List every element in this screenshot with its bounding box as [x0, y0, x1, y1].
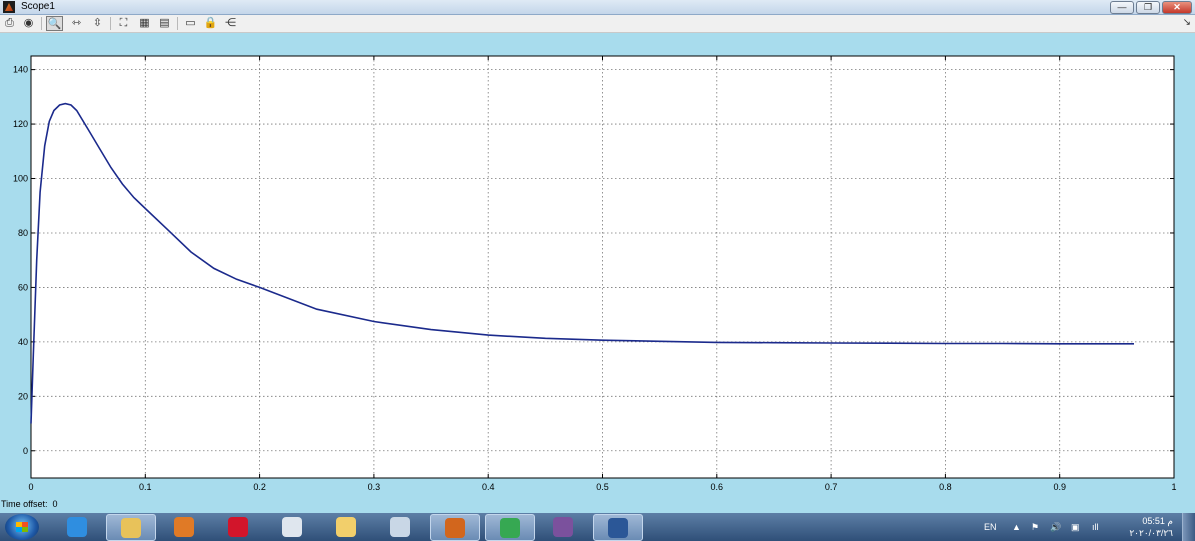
y-tick-label: 40 [18, 337, 28, 347]
chrome-taskbar-button[interactable] [485, 514, 535, 541]
word-taskbar-button[interactable] [593, 514, 643, 541]
lock-axes-button[interactable]: 🔒 [203, 16, 218, 30]
show-desktop-button[interactable] [1182, 513, 1195, 541]
x-tick-label: 0.2 [253, 482, 266, 492]
zoom-x-button[interactable]: ⇿ [69, 16, 84, 30]
floating-scope-button[interactable]: ▭ [183, 16, 198, 30]
file-explorer-taskbar-button[interactable] [106, 514, 156, 541]
internet-explorer-taskbar-button[interactable] [53, 514, 101, 539]
start-button[interactable] [5, 514, 39, 540]
window-title: Scope1 [21, 1, 55, 12]
file-explorer-icon [121, 517, 141, 538]
y-tick-label: 60 [18, 282, 28, 292]
y-tick-label: 100 [13, 174, 28, 184]
x-tick-label: 0.1 [139, 482, 152, 492]
time-offset: Time offset: 0 [1, 499, 58, 509]
viber-taskbar-button[interactable] [539, 514, 587, 539]
opera-icon [228, 516, 248, 537]
clock-time: 05:51 م [1142, 516, 1173, 526]
minimize-button[interactable]: — [1110, 1, 1134, 14]
zoom-button[interactable]: 🔍 [46, 16, 63, 31]
y-tick-label: 20 [18, 391, 28, 401]
calculator-icon [390, 516, 410, 537]
media-player-icon [174, 516, 194, 537]
x-tick-label: 1 [1171, 482, 1176, 492]
network-warning-icon[interactable]: ⚑ [1031, 513, 1039, 541]
parameters-button[interactable]: ◉ [21, 16, 36, 30]
title-bar: Scope1 — ❐ ✕ [0, 0, 1195, 15]
toolbar-overflow-icon[interactable]: ↘ [1183, 17, 1191, 28]
toolbar-separator [177, 17, 178, 30]
x-tick-label: 0.8 [939, 482, 952, 492]
save-axes-button[interactable]: ▦ [137, 16, 152, 30]
word-icon [608, 517, 628, 538]
language-indicator[interactable]: EN [984, 513, 997, 541]
x-tick-label: 0.7 [825, 482, 838, 492]
matlab-icon [445, 517, 465, 538]
paint-icon [336, 516, 356, 537]
x-tick-label: 0.3 [368, 482, 381, 492]
volume-icon[interactable]: 🔊 [1050, 513, 1061, 541]
autoscale-button[interactable]: ⛶ [116, 16, 131, 30]
x-tick-label: 0.4 [482, 482, 495, 492]
y-tick-label: 80 [18, 228, 28, 238]
remote-desktop-icon [282, 516, 302, 537]
time-offset-value: 0 [52, 499, 58, 509]
scope-toolbar: ⎙ ◉ 🔍 ⇿ ⇳ ⛶ ▦ ▤ ▭ 🔒 ⋲ ↘ [0, 15, 1195, 33]
media-player-taskbar-button[interactable] [160, 514, 208, 539]
print-button[interactable]: ⎙ [2, 16, 17, 30]
taskbar: EN ▲ ⚑ 🔊 ▣ ıll 05:51 م ٢٠٢٠/٠٣/٢٦ [0, 513, 1195, 541]
signal-strength-icon[interactable]: ıll [1092, 513, 1099, 541]
signal-selector-button[interactable]: ⋲ [223, 16, 238, 30]
paint-taskbar-button[interactable] [322, 514, 370, 539]
remote-desktop-taskbar-button[interactable] [268, 514, 316, 539]
system-clock[interactable]: 05:51 م ٢٠٢٠/٠٣/٢٦ [1103, 515, 1173, 539]
x-tick-label: 0 [28, 482, 33, 492]
opera-taskbar-button[interactable] [214, 514, 262, 539]
toolbar-separator [110, 17, 111, 30]
zoom-y-button[interactable]: ⇳ [90, 16, 105, 30]
toolbar-separator [41, 17, 42, 30]
power-icon[interactable]: ▣ [1071, 513, 1080, 541]
maximize-button[interactable]: ❐ [1136, 1, 1160, 14]
x-tick-label: 0.6 [711, 482, 724, 492]
show-hidden-icons-icon[interactable]: ▲ [1012, 513, 1021, 541]
y-tick-label: 120 [13, 119, 28, 129]
close-button[interactable]: ✕ [1162, 1, 1192, 14]
y-tick-label: 140 [13, 65, 28, 75]
y-tick-label: 0 [23, 446, 28, 456]
internet-explorer-icon [67, 516, 87, 537]
time-offset-label: Time offset: [1, 499, 48, 509]
matlab-taskbar-button[interactable] [430, 514, 480, 541]
x-tick-label: 0.5 [596, 482, 609, 492]
restore-axes-button[interactable]: ▤ [157, 16, 172, 30]
viber-icon [553, 516, 573, 537]
x-tick-label: 0.9 [1053, 482, 1066, 492]
scope-plot[interactable]: 0 0.1 0.2 0.3 0.4 0.5 0.6 0.7 0.8 0.9 1 0 20 40 60 80 1… [0, 33, 1195, 499]
axes-background [30, 55, 1175, 479]
calculator-taskbar-button[interactable] [376, 514, 424, 539]
clock-date: ٢٠٢٠/٠٣/٢٦ [1129, 528, 1173, 538]
matlab-app-icon [3, 1, 15, 13]
chrome-icon [500, 517, 520, 538]
